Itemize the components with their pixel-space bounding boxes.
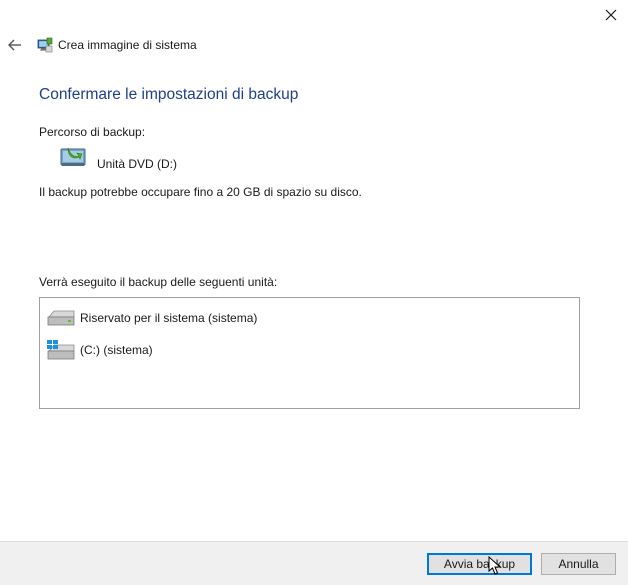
space-note: Il backup potrebbe occupare fino a 20 GB… bbox=[39, 185, 362, 199]
close-button[interactable] bbox=[598, 4, 624, 26]
back-button[interactable] bbox=[6, 36, 24, 54]
backup-path-label: Percorso di backup: bbox=[39, 125, 146, 139]
cancel-button[interactable]: Annulla bbox=[541, 553, 616, 575]
back-arrow-icon bbox=[8, 39, 21, 51]
close-icon bbox=[605, 9, 617, 21]
drive-label: (C:) (sistema) bbox=[80, 343, 153, 357]
list-item: Riservato per il sistema (sistema) bbox=[46, 308, 257, 328]
dvd-drive-icon bbox=[60, 147, 86, 166]
windows-drive-icon bbox=[47, 340, 75, 360]
start-backup-button[interactable]: Avvia backup bbox=[427, 553, 532, 575]
hard-drive-icon bbox=[47, 310, 75, 326]
backup-app-icon bbox=[37, 37, 53, 53]
create-system-image-window: Crea immagine di sistema Confermare le i… bbox=[0, 0, 628, 585]
drive-list: Riservato per il sistema (sistema) (C:) … bbox=[39, 297, 580, 409]
drive-label: Riservato per il sistema (sistema) bbox=[80, 311, 258, 325]
window-title: Crea immagine di sistema bbox=[58, 38, 197, 52]
page-title: Confermare le impostazioni di backup bbox=[39, 86, 299, 103]
drives-label: Verrà eseguito il backup delle seguenti … bbox=[39, 275, 278, 289]
list-item: (C:) (sistema) bbox=[46, 340, 153, 360]
footer-bar: Avvia backup Annulla bbox=[0, 541, 628, 585]
destination-label: Unità DVD (D:) bbox=[97, 157, 178, 171]
